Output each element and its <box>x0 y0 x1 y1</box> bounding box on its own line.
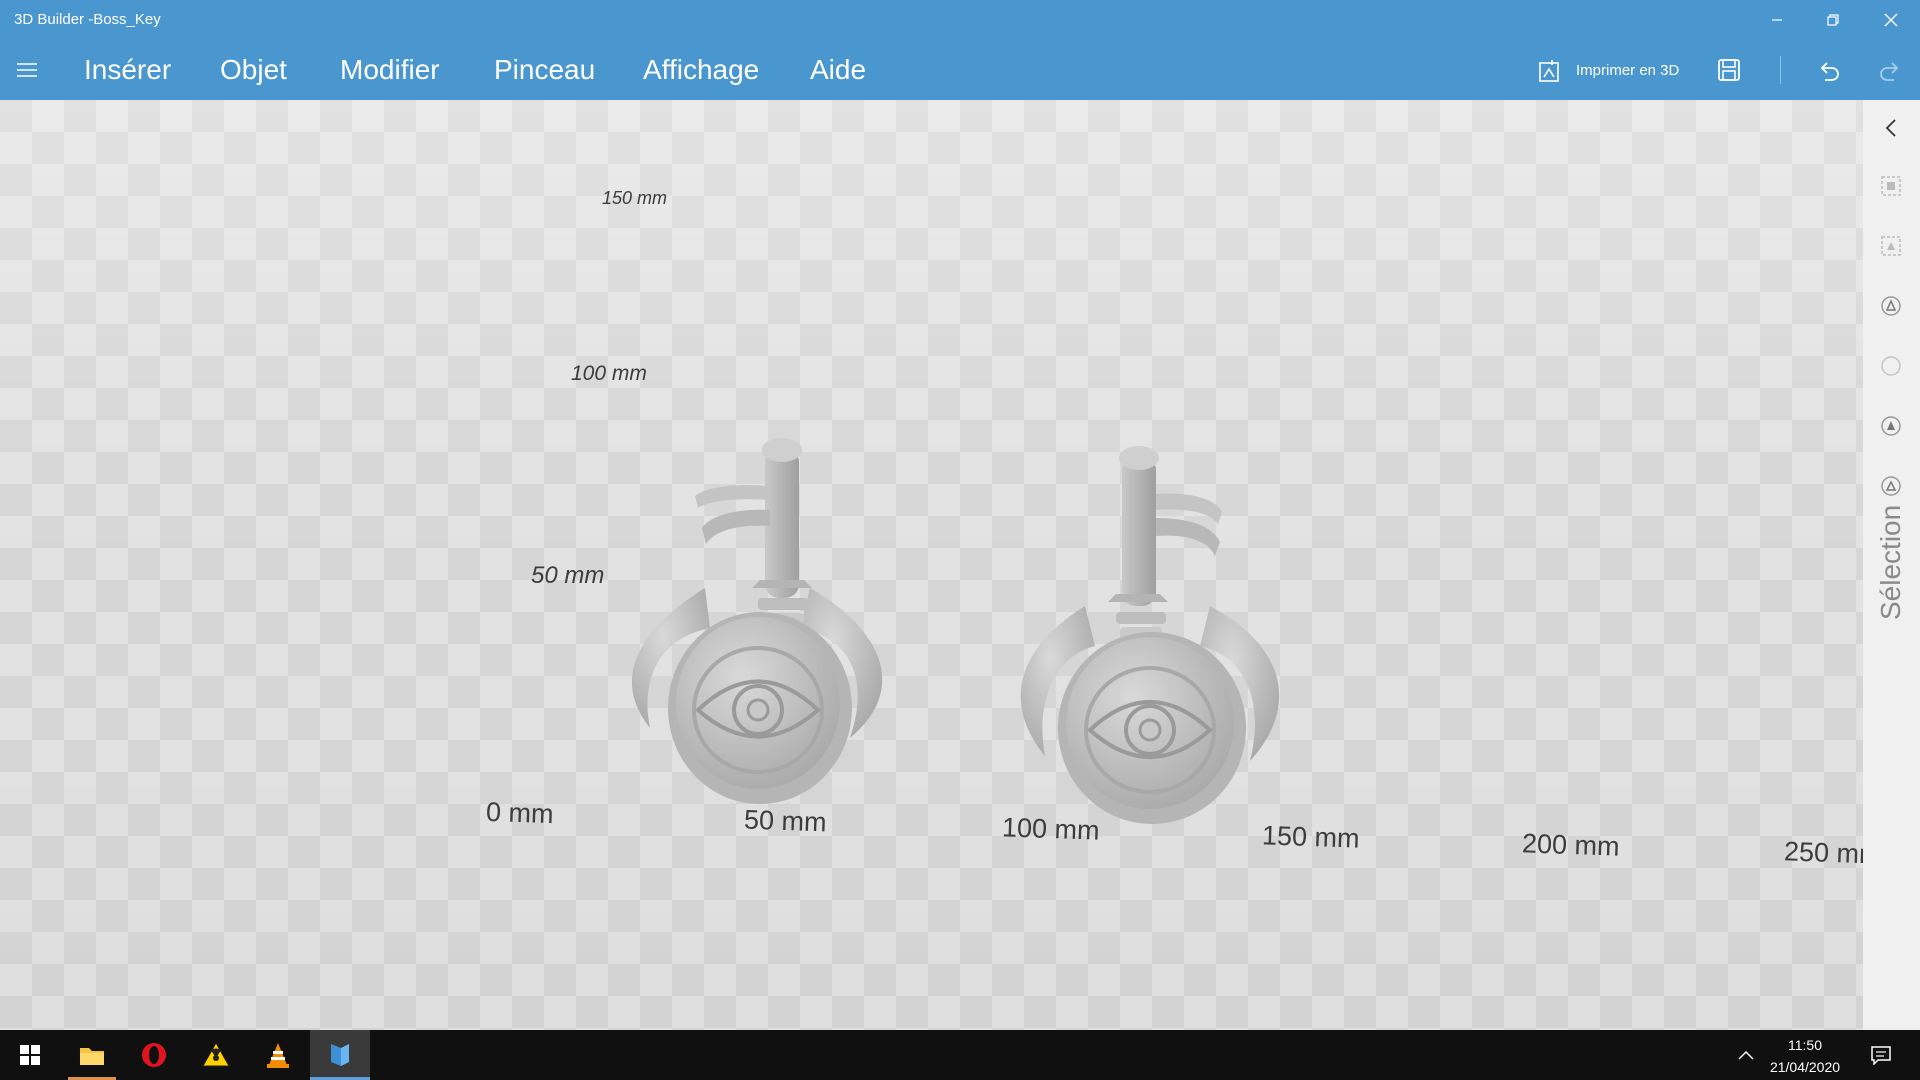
taskbar-clock[interactable]: 11:50 21/04/2020 <box>1760 1034 1850 1078</box>
select-vertices-button[interactable] <box>1877 292 1905 320</box>
print-3d-label: Imprimer en 3D <box>1576 61 1680 79</box>
title-bar: 3D Builder -Boss_Key <box>0 0 1920 40</box>
windows-icon <box>20 1045 40 1065</box>
save-button[interactable] <box>1714 50 1744 90</box>
boss-key-model[interactable] <box>1000 356 1300 866</box>
build-plate-grid <box>0 100 1863 1030</box>
select-all-button[interactable] <box>1877 412 1905 440</box>
vertices-icon <box>1881 296 1901 316</box>
chevron-up-icon <box>1738 1050 1754 1060</box>
x-ruler-label: 200 mm <box>1521 828 1621 862</box>
boss-key-model[interactable] <box>610 348 910 848</box>
select-objects-icon <box>1881 176 1901 196</box>
hamburger-menu-button[interactable] <box>14 58 40 82</box>
print-3d-button[interactable]: Imprimer en 3D <box>1536 50 1696 90</box>
start-button[interactable] <box>0 1030 60 1080</box>
collapse-panel-button[interactable] <box>1877 114 1905 142</box>
redo-icon <box>1880 62 1899 81</box>
menu-pinceau[interactable]: Pinceau <box>494 54 595 86</box>
menu-affichage[interactable]: Affichage <box>643 54 759 86</box>
undo-icon <box>1820 62 1839 81</box>
triangle-circle-icon <box>1881 476 1901 496</box>
redo-button[interactable] <box>1875 50 1905 90</box>
taskbar-3d-builder[interactable] <box>310 1030 370 1080</box>
minimize-icon <box>1772 19 1782 21</box>
taskbar-vlc[interactable] <box>248 1030 308 1080</box>
taskbar-app-hazard[interactable] <box>186 1030 246 1080</box>
deselect-button[interactable] <box>1877 352 1905 380</box>
y-ruler-label: 150 mm <box>602 188 668 208</box>
opera-icon <box>142 1043 166 1067</box>
minimize-button[interactable] <box>1754 0 1800 40</box>
radiation-icon <box>202 1041 230 1067</box>
x-ruler-label: 0 mm <box>485 796 555 830</box>
taskbar-opera[interactable] <box>124 1030 184 1080</box>
save-icon <box>1718 59 1740 81</box>
menu-modifier[interactable]: Modifier <box>340 54 440 86</box>
invert-selection-button[interactable] <box>1877 472 1905 500</box>
3d-builder-icon <box>331 1043 349 1066</box>
action-center-button[interactable] <box>1856 1030 1906 1080</box>
select-faces-icon <box>1881 236 1901 256</box>
menu-inserer[interactable]: Insérer <box>84 54 171 86</box>
taskbar-file-explorer[interactable] <box>62 1030 122 1080</box>
menu-objet[interactable]: Objet <box>220 54 287 86</box>
menu-bar: Insérer Objet Modifier Pinceau Affichage… <box>0 40 1920 100</box>
select-objects-button[interactable] <box>1877 172 1905 200</box>
y-ruler-label: 50 mm <box>531 562 605 589</box>
menu-aide[interactable]: Aide <box>810 54 866 86</box>
close-button[interactable] <box>1868 0 1914 40</box>
select-faces-button[interactable] <box>1877 232 1905 260</box>
restore-button[interactable] <box>1810 0 1856 40</box>
clock-date: 21/04/2020 <box>1769 1059 1841 1075</box>
undo-button[interactable] <box>1814 50 1844 90</box>
vlc-icon <box>267 1043 289 1068</box>
folder-icon <box>80 1048 104 1065</box>
select-all-icon <box>1881 416 1901 436</box>
restore-icon <box>1827 14 1839 26</box>
close-icon <box>1884 13 1898 27</box>
3d-viewport[interactable]: 150 mm 100 mm 50 mm 0 mm 50 mm 100 mm 15… <box>0 100 1863 1030</box>
print-3d-icon <box>1539 60 1559 82</box>
hamburger-icon <box>17 63 37 77</box>
clock-time: 11:50 <box>1788 1037 1822 1053</box>
x-ruler-label: 250 mm <box>1783 836 1863 870</box>
circle-icon <box>1881 356 1901 376</box>
taskbar: 11:50 21/04/2020 <box>0 1030 1920 1080</box>
window-title: 3D Builder -Boss_Key <box>14 11 161 28</box>
chevron-left-icon <box>1885 119 1896 137</box>
selection-panel-label: Sélection <box>1875 504 1906 620</box>
toolbar-divider <box>1780 56 1781 84</box>
notification-icon <box>1871 1046 1891 1065</box>
